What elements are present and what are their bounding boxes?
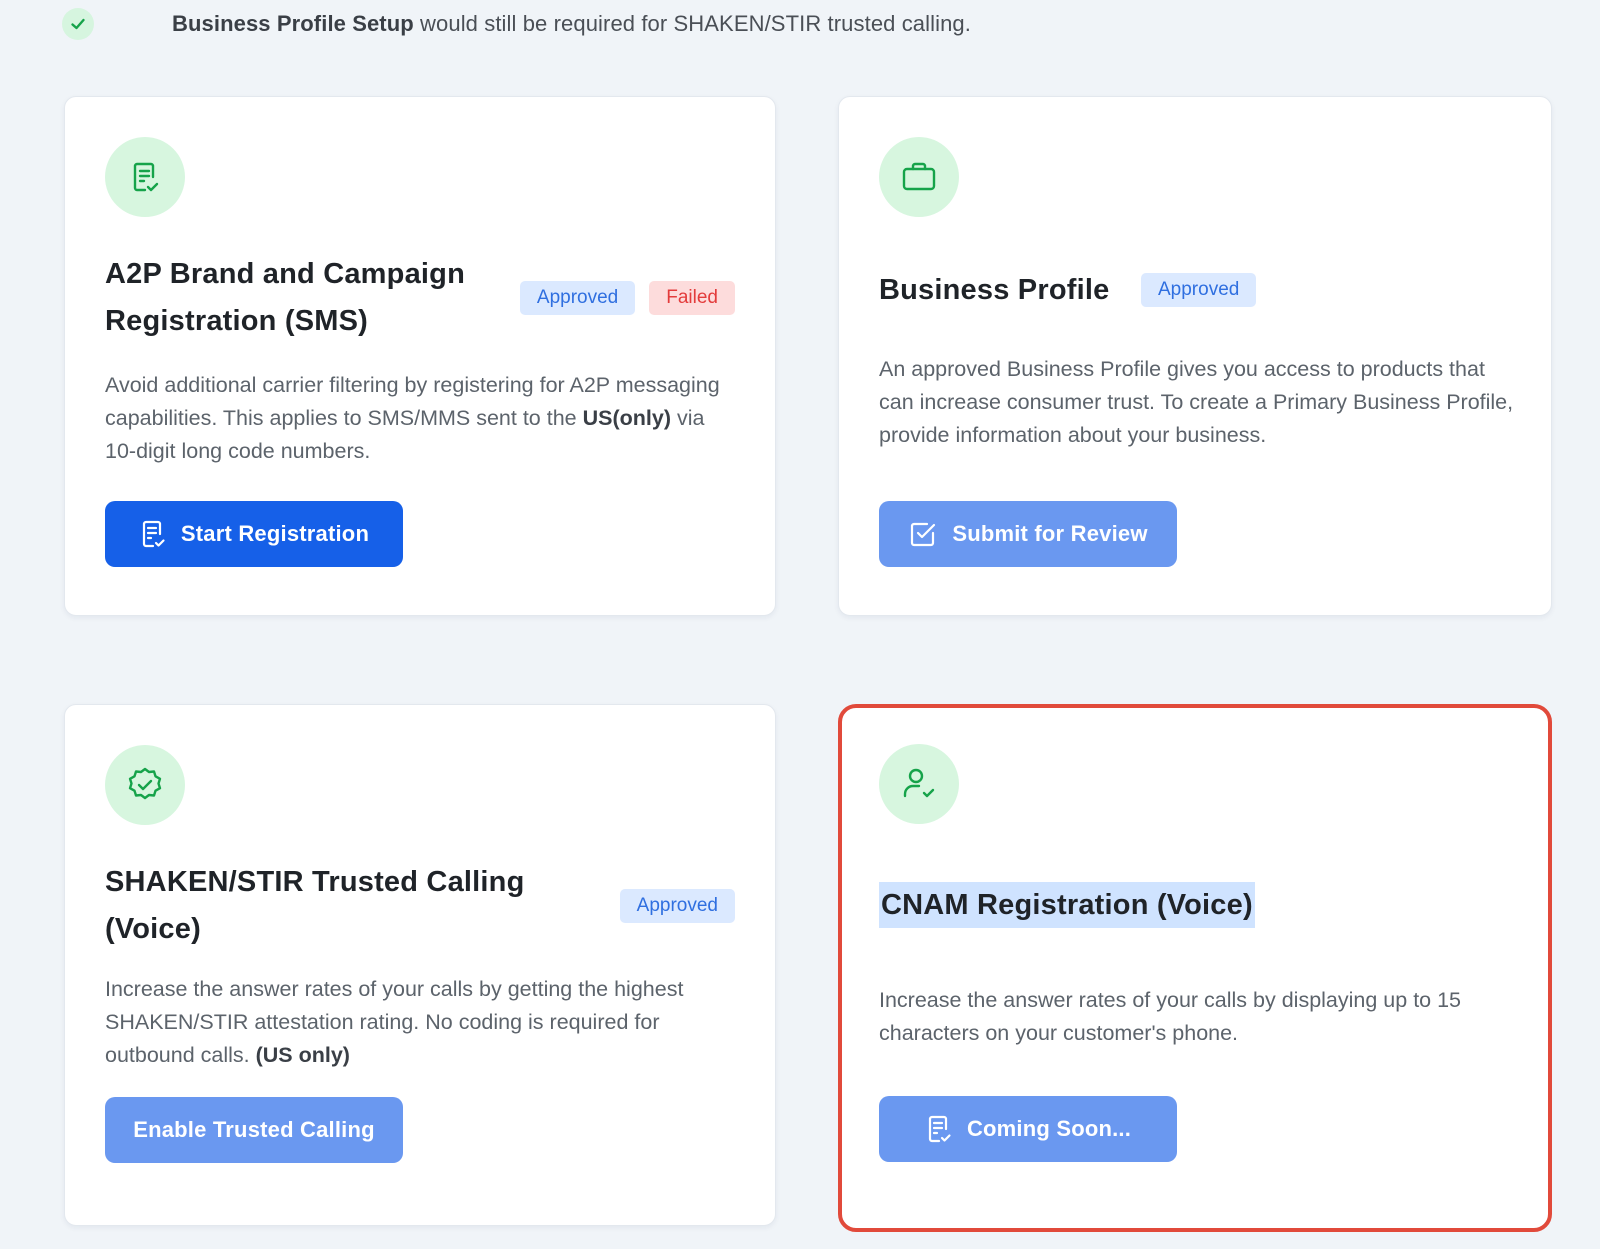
check-circle-icon	[62, 8, 94, 40]
document-check-icon	[925, 1114, 953, 1144]
verified-badge-icon	[105, 745, 185, 825]
status-badges: Approved	[1141, 273, 1257, 307]
card-description: Increase the answer rates of your calls …	[105, 973, 745, 1072]
desc-text: Increase the answer rates of your calls …	[105, 977, 684, 1067]
business-profile-card: Business Profile Approved An approved Bu…	[838, 96, 1552, 616]
card-description: An approved Business Profile gives you a…	[879, 357, 1514, 447]
button-label: Enable Trusted Calling	[133, 1117, 375, 1142]
desc-bold: US(only)	[582, 406, 671, 430]
briefcase-icon	[879, 137, 959, 217]
submit-for-review-button[interactable]: Submit for Review	[879, 501, 1177, 567]
cnam-registration-card: CNAM Registration (Voice) Increase the a…	[838, 704, 1552, 1232]
enable-trusted-calling-button[interactable]: Enable Trusted Calling	[105, 1097, 403, 1163]
status-badge-failed: Failed	[649, 281, 735, 315]
notice-text: Business Profile Setup would still be re…	[172, 11, 971, 37]
card-title: Business Profile	[879, 274, 1110, 306]
card-title: A2P Brand and Campaign Registration (SMS…	[105, 258, 465, 337]
card-description: Avoid additional carrier filtering by re…	[105, 369, 735, 468]
shaken-stir-card: SHAKEN/STIR Trusted Calling (Voice) Appr…	[64, 704, 776, 1226]
user-check-icon	[879, 744, 959, 824]
status-badge-approved: Approved	[619, 889, 735, 923]
button-label: Start Registration	[180, 521, 370, 546]
notice-rest: would still be required for SHAKEN/STIR …	[413, 11, 971, 36]
info-notice: Business Profile Setup would still be re…	[62, 6, 971, 42]
status-badge-approved: Approved	[1141, 273, 1257, 307]
desc-bold: (US only)	[255, 1043, 350, 1067]
button-label: Submit for Review	[952, 521, 1148, 546]
card-title: CNAM Registration (Voice)	[879, 882, 1255, 928]
status-badges: Approved	[619, 889, 735, 923]
status-badges: Approved Failed	[519, 281, 735, 315]
a2p-registration-card: A2P Brand and Campaign Registration (SMS…	[64, 96, 776, 616]
coming-soon-button[interactable]: Coming Soon...	[879, 1096, 1177, 1162]
card-description: Increase the answer rates of your calls …	[879, 988, 1462, 1045]
card-title: SHAKEN/STIR Trusted Calling (Voice)	[105, 866, 525, 945]
status-badge-approved: Approved	[519, 281, 636, 315]
start-registration-button[interactable]: Start Registration	[105, 501, 403, 567]
document-check-icon	[139, 519, 167, 549]
button-label: Coming Soon...	[966, 1116, 1132, 1141]
checkbox-icon	[908, 519, 938, 549]
document-check-icon	[105, 137, 185, 217]
notice-bold: Business Profile Setup	[172, 11, 414, 36]
